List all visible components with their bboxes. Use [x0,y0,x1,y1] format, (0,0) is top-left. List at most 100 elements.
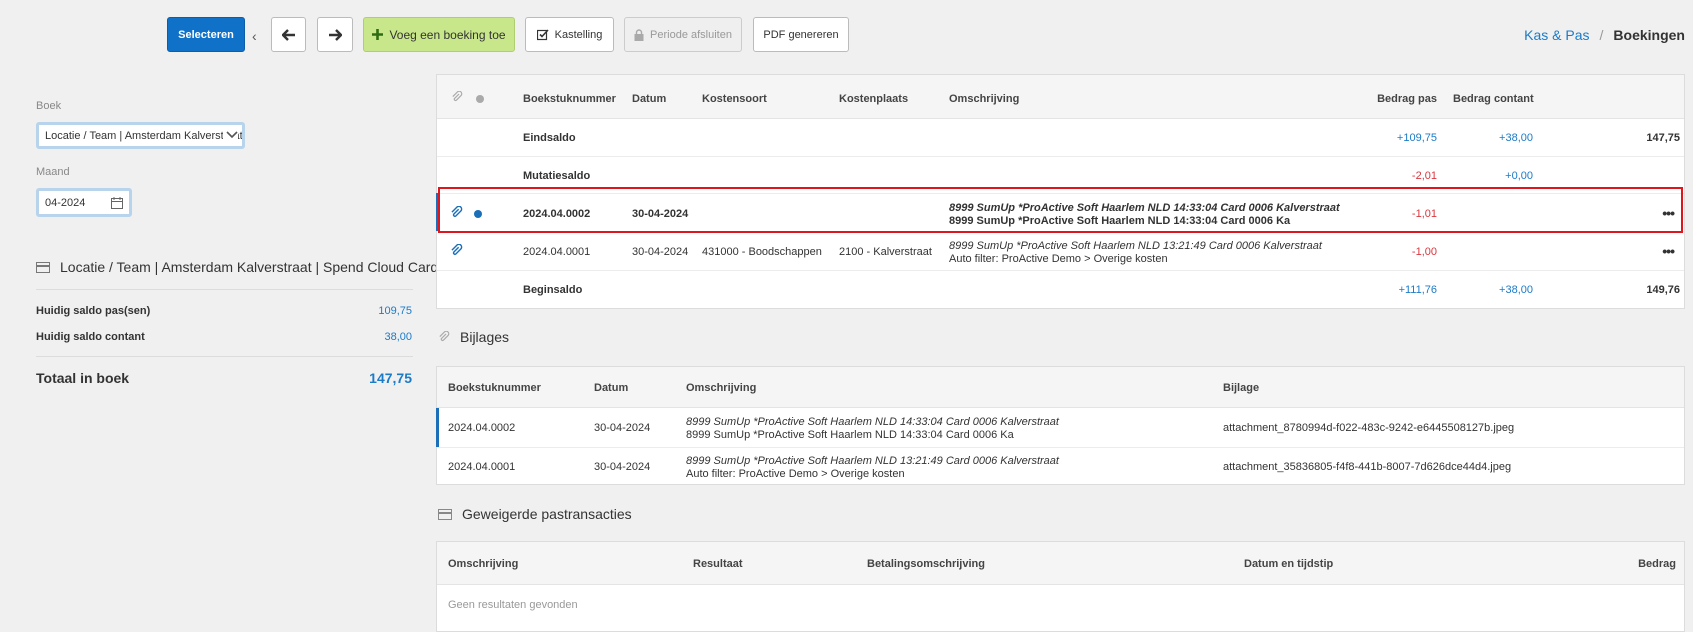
col-result[interactable]: Resultaat [693,558,743,570]
card-balance-value: 109,75 [378,305,412,317]
pdf-button[interactable]: PDF genereren [753,17,849,52]
attachments-table: Boekstuknummer Datum Omschrijving Bijlag… [436,366,1685,485]
end-balance-cash: +38,00 [1499,132,1533,144]
attachment-description-line2: Auto filter: ProActive Demo > Overige ko… [686,468,905,480]
col-date[interactable]: Datum [632,93,666,105]
empty-message: Geen resultaten gevonden [448,599,578,611]
booking-date: 30-04-2024 [632,246,689,258]
paperclip-icon[interactable] [450,244,463,257]
begin-balance-card: +111,76 [1398,284,1437,296]
col-datetime[interactable]: Datum en tijdstip [1244,558,1333,570]
month-value: 04-2024 [45,196,86,209]
attachments-title: Bijlages [438,329,509,345]
lock-icon [634,28,644,41]
paperclip-icon [439,331,450,342]
booking-cost-type: 431000 - Boodschappen [702,246,822,258]
col-number[interactable]: Boekstuknummer [448,382,541,394]
row-highlight [438,187,1683,233]
booking-amount-card: -1,00 [1411,246,1437,258]
previous-button[interactable] [271,17,306,52]
breadcrumb-current: Boekingen [1613,27,1685,43]
calendar-icon[interactable] [111,196,123,209]
kastelling-button[interactable]: Kastelling [525,17,614,52]
booking-description-line2: Auto filter: ProActive Demo > Overige ko… [949,253,1168,265]
attachment-file-link[interactable]: attachment_8780994d-f022-483c-9242-e6445… [1223,422,1514,434]
begin-balance-cash: +38,00 [1499,284,1533,296]
col-cost-center[interactable]: Kostenplaats [839,93,908,105]
attachment-description-line1: 8999 SumUp *ProActive Soft Haarlem NLD 1… [686,455,1059,467]
attachments-title-text: Bijlages [460,329,510,345]
book-select-value: Locatie / Team | Amsterdam Kalverstraat [45,129,243,142]
booking-number[interactable]: 2024.04.0001 [523,246,590,258]
declined-header: Omschrijving Resultaat Betalingsomschrij… [437,542,1684,585]
paperclip-icon [452,91,463,102]
card-icon [438,508,452,520]
select-button-label: Selecteren [178,28,234,41]
total-label: Totaal in boek [36,370,130,386]
kastelling-label: Kastelling [554,28,603,41]
chevron-down-icon [223,129,238,142]
begin-balance-label: Beginsaldo [523,284,583,296]
total-value: 147,75 [369,370,412,386]
booking-cost-center: 2100 - Kalverstraat [839,246,932,258]
col-description[interactable]: Omschrijving [949,93,1019,105]
col-description[interactable]: Omschrijving [448,558,518,570]
selected-row-indicator [436,408,439,447]
cash-balance-value: 38,00 [384,331,412,343]
pdf-label: PDF genereren [763,28,839,41]
breadcrumb: Kas & Pas / Boekingen [1524,27,1685,43]
begin-balance-total: 149,76 [1646,284,1680,296]
status-dot-icon [476,95,484,103]
arrow-left-icon [281,28,295,41]
close-period-button[interactable]: Periode afsluiten [624,17,742,52]
arrow-right-icon [329,28,342,41]
month-label: Maand [36,166,70,178]
add-booking-label: Voeg een boeking toe [389,27,506,42]
col-number[interactable]: Boekstuknummer [523,93,616,105]
mutation-balance-label: Mutatiesaldo [523,170,591,182]
select-button[interactable]: Selecteren [167,17,245,52]
month-input[interactable]: 04-2024 [36,188,132,217]
end-balance-total: 147,75 [1646,132,1680,144]
mutation-balance-card: -2,01 [1411,170,1437,182]
card-icon [36,261,50,273]
attachment-date: 30-04-2024 [594,461,651,473]
col-attachment[interactable]: Bijlage [1223,382,1259,394]
book-select[interactable]: Locatie / Team | Amsterdam Kalverstraat [36,122,245,149]
attachment-description-line1: 8999 SumUp *ProActive Soft Haarlem NLD 1… [686,416,1059,428]
declined-title-text: Geweigerde pastransacties [462,506,632,522]
col-amount-cash[interactable]: Bedrag contant [1453,93,1534,105]
account-title: Locatie / Team | Amsterdam Kalverstraat … [36,259,438,275]
attachment-date: 30-04-2024 [594,422,651,434]
attachment-file-link[interactable]: attachment_35836805-f4f8-441b-8007-7d626… [1223,461,1511,473]
next-button[interactable] [317,17,353,52]
account-title-text: Locatie / Team | Amsterdam Kalverstraat … [60,259,439,275]
booking-description-line1: 8999 SumUp *ProActive Soft Haarlem NLD 1… [949,240,1322,252]
add-booking-button[interactable]: Voeg een boeking toe [363,17,515,52]
declined-table: Omschrijving Resultaat Betalingsomschrij… [436,541,1685,632]
breadcrumb-separator: / [1599,27,1604,43]
col-amount[interactable]: Bedrag [1638,558,1676,570]
close-period-label: Periode afsluiten [650,28,732,41]
attachment-number: 2024.04.0002 [448,422,516,434]
col-date[interactable]: Datum [594,382,628,394]
col-payment-description[interactable]: Betalingsomschrijving [867,558,985,570]
divider [36,289,413,290]
attachments-header: Boekstuknummer Datum Omschrijving Bijlag… [437,367,1684,408]
bookings-header: Boekstuknummer Datum Kostensoort Kostenp… [437,75,1684,119]
checkbox-icon [536,28,549,40]
breadcrumb-kas-pas[interactable]: Kas & Pas [1524,27,1589,43]
cash-balance-label: Huidig saldo contant [36,331,145,343]
col-cost-type[interactable]: Kostensoort [702,93,767,105]
col-description[interactable]: Omschrijving [686,382,756,394]
col-amount-card[interactable]: Bedrag pas [1377,93,1437,105]
declined-title: Geweigerde pastransacties [438,506,632,522]
book-label: Boek [36,100,62,112]
card-balance-label: Huidig saldo pas(sen) [36,305,151,317]
divider [36,356,413,357]
attachment-number: 2024.04.0001 [448,461,516,473]
more-icon[interactable]: ••• [1662,243,1675,259]
chevron-left-icon[interactable]: ‹ [252,28,257,44]
attachment-description-line2: 8999 SumUp *ProActive Soft Haarlem NLD 1… [686,429,1014,441]
mutation-balance-cash: +0,00 [1505,170,1533,182]
